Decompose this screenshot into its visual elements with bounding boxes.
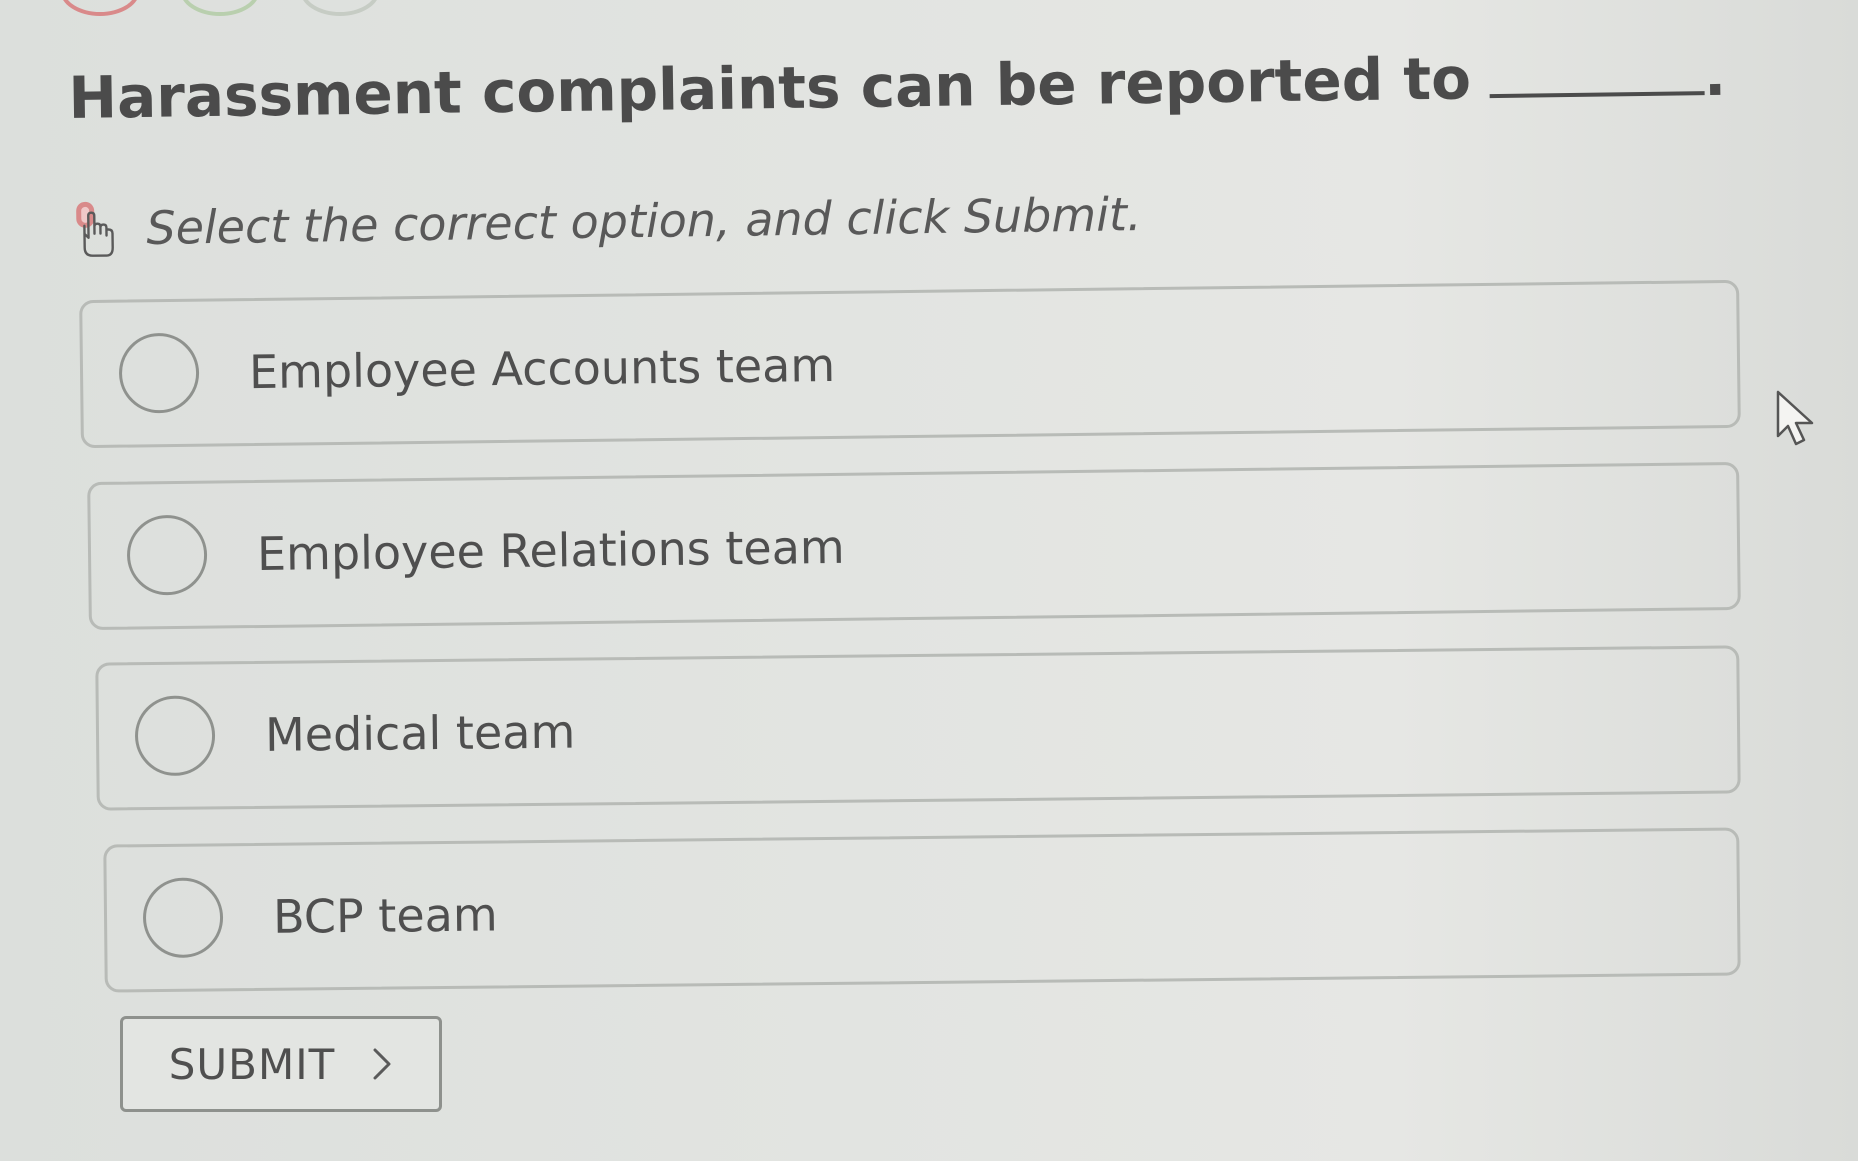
instruction: Select the correct option, and click Sub… xyxy=(72,183,1142,260)
pointer-hand-icon xyxy=(76,201,114,257)
option-medical-team[interactable]: Medical team xyxy=(95,645,1741,811)
question-period: . xyxy=(1703,40,1727,110)
radio-button[interactable] xyxy=(142,877,224,959)
top-decoration xyxy=(300,0,380,16)
question-stem: Harassment complaints can be reported to xyxy=(68,44,1472,132)
option-label: Employee Accounts team xyxy=(248,337,836,400)
option-label: BCP team xyxy=(272,887,498,944)
option-employee-relations-team[interactable]: Employee Relations team xyxy=(87,461,1741,631)
radio-button[interactable] xyxy=(134,695,216,777)
radio-button[interactable] xyxy=(118,332,200,414)
mouse-cursor-icon xyxy=(1776,390,1814,446)
chevron-right-icon xyxy=(373,1048,391,1080)
top-decoration xyxy=(60,0,140,16)
top-decoration xyxy=(180,0,260,16)
question-text: Harassment complaints can be reported to… xyxy=(68,39,1726,136)
option-employee-accounts-team[interactable]: Employee Accounts team xyxy=(79,279,1741,449)
answer-blank xyxy=(1488,43,1705,99)
answer-options: Employee Accounts team Employee Relation… xyxy=(79,279,1741,1018)
radio-button[interactable] xyxy=(126,514,208,596)
option-label: Medical team xyxy=(264,704,576,762)
option-label: Employee Relations team xyxy=(256,519,845,582)
instruction-text: Select the correct option, and click Sub… xyxy=(146,187,1142,255)
submit-button[interactable]: SUBMIT xyxy=(120,1016,442,1112)
option-bcp-team[interactable]: BCP team xyxy=(103,827,1741,993)
submit-label: SUBMIT xyxy=(168,1039,336,1089)
